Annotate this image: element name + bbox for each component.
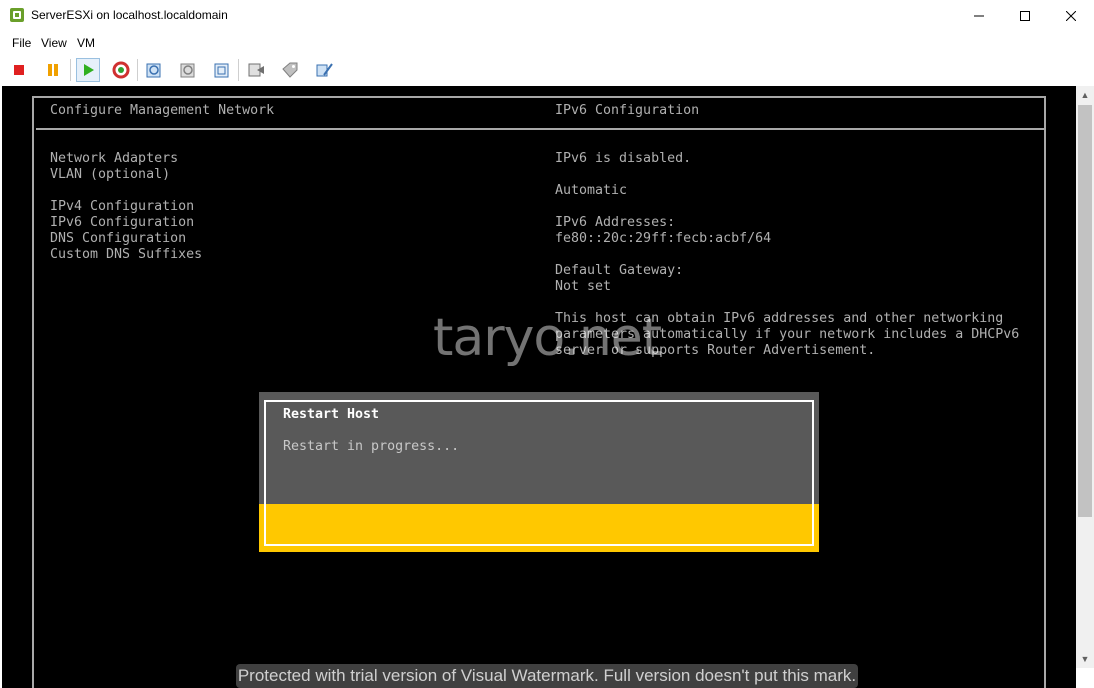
edit-settings-button[interactable] xyxy=(312,58,336,82)
ipv6-status: IPv6 is disabled. xyxy=(555,151,692,166)
menu-vm[interactable]: VM xyxy=(77,34,95,52)
ipv6-addresses-label: IPv6 Addresses: xyxy=(555,215,676,230)
console-menu-item[interactable]: Network Adapters xyxy=(50,151,178,167)
console-menu-item[interactable]: IPv6 Configuration xyxy=(50,215,194,231)
console-menu-item[interactable]: DNS Configuration xyxy=(50,231,186,247)
toolbar-separator xyxy=(137,59,138,81)
ipv6-mode: Automatic xyxy=(555,183,628,198)
minimize-button[interactable] xyxy=(956,0,1002,32)
snapshot-icon xyxy=(146,63,161,78)
stop-icon xyxy=(14,65,24,75)
send-ctrl-alt-del-button[interactable] xyxy=(244,58,268,82)
dialog-footer-frame xyxy=(264,504,814,546)
console-menu-item[interactable]: IPv4 Configuration xyxy=(50,199,194,215)
console-menu-item[interactable]: VLAN (optional) xyxy=(50,167,170,183)
toolbar-separator xyxy=(238,59,239,81)
maximize-button[interactable] xyxy=(1002,0,1048,32)
close-button[interactable] xyxy=(1048,0,1094,32)
snapshot-button[interactable] xyxy=(142,58,166,82)
tag-icon xyxy=(282,62,298,78)
console-right-title: IPv6 Configuration xyxy=(555,103,700,118)
menu-view[interactable]: View xyxy=(41,34,67,52)
console-menu-item[interactable]: Custom DNS Suffixes xyxy=(50,247,202,263)
power-on-button[interactable] xyxy=(76,58,100,82)
reset-button[interactable] xyxy=(109,58,133,82)
send-keys-icon xyxy=(248,63,264,77)
revert-snapshot-button[interactable] xyxy=(176,58,200,82)
vertical-scrollbar[interactable]: ▲ ▼ xyxy=(1076,86,1094,668)
toolbar xyxy=(0,55,1094,85)
menu-file[interactable]: File xyxy=(12,34,31,52)
dialog-title: Restart Host xyxy=(283,407,380,422)
scroll-thumb[interactable] xyxy=(1078,105,1092,517)
manage-snapshots-button[interactable] xyxy=(210,58,234,82)
gateway-label: Default Gateway: xyxy=(555,263,684,278)
play-icon xyxy=(84,64,94,76)
toolbar-separator xyxy=(70,59,71,81)
scroll-down-arrow-icon[interactable]: ▼ xyxy=(1076,650,1094,668)
window-title: ServerESXi on localhost.localdomain xyxy=(31,8,228,22)
vm-console[interactable]: Configure Management Network IPv6 Config… xyxy=(2,86,1076,688)
reset-icon xyxy=(112,61,130,79)
restart-dialog: Restart Host Restart in progress... xyxy=(259,392,819,552)
edit-settings-icon xyxy=(316,63,333,77)
console-divider xyxy=(36,128,1044,130)
vm-settings-button[interactable] xyxy=(278,58,302,82)
ipv6-address: fe80::20c:29ff:fecb:acbf/64 xyxy=(555,231,772,246)
title-bar: ServerESXi on localhost.localdomain xyxy=(0,0,1094,32)
manage-snapshots-icon xyxy=(214,63,229,78)
revert-snapshot-icon xyxy=(180,63,195,78)
scroll-up-arrow-icon[interactable]: ▲ xyxy=(1076,86,1094,104)
gateway-value: Not set xyxy=(555,279,612,294)
console-left-title: Configure Management Network xyxy=(50,103,275,118)
vmware-app-icon xyxy=(9,7,25,23)
site-watermark: taryo.net xyxy=(433,308,662,368)
dialog-footer-bar xyxy=(259,504,819,552)
dialog-message: Restart in progress... xyxy=(283,439,460,454)
pause-icon xyxy=(48,64,58,76)
trial-watermark: Protected with trial version of Visual W… xyxy=(236,664,858,688)
suspend-button[interactable] xyxy=(41,58,65,82)
power-off-button[interactable] xyxy=(7,58,31,82)
